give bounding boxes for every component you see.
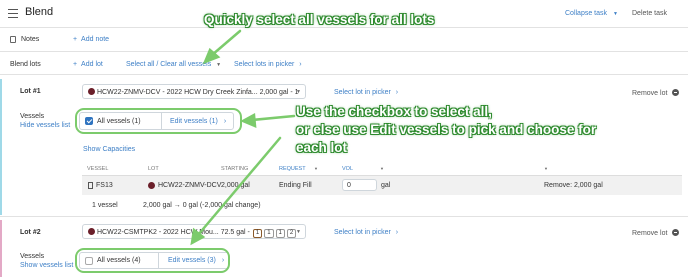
annotation-middle-line1: Use the checkbox to select all, [296, 104, 492, 119]
annotation-middle-line2: or else use Edit vessels to pick and cho… [296, 122, 597, 137]
annotation-top: Quickly select all vessels for all lots [204, 12, 435, 27]
annotation-middle-line3: each lot [296, 140, 348, 155]
annotation-arrows [190, 29, 296, 246]
